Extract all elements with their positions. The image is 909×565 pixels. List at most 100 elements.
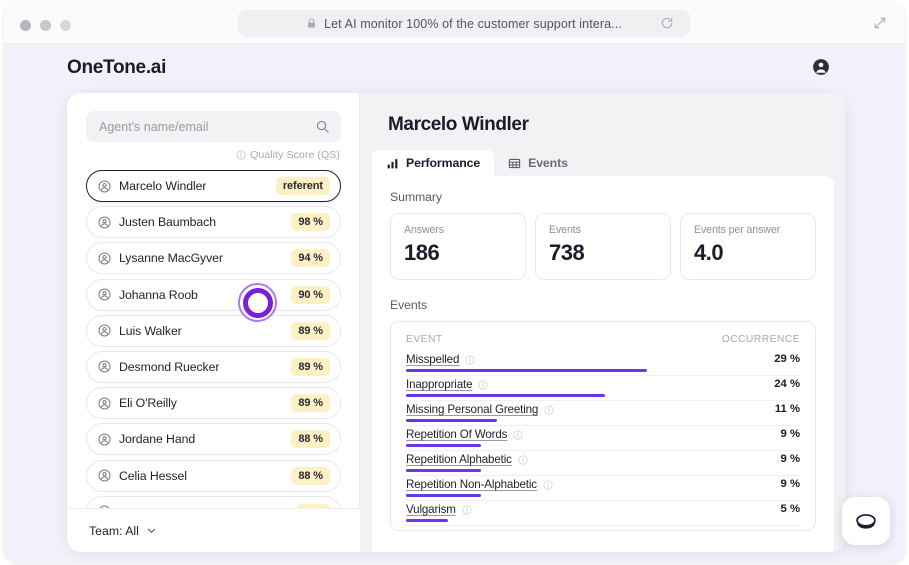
avatar-icon	[98, 469, 111, 482]
agent-name: Justen Baumbach	[119, 215, 216, 230]
event-occurrence: 29 %	[774, 353, 800, 365]
event-progress-bar	[406, 393, 606, 397]
stat-card: Answers 186	[390, 213, 526, 280]
event-row[interactable]: Inappropriate 24 %	[406, 376, 800, 401]
brand-logo[interactable]: OneTone.ai	[67, 57, 166, 79]
agent-name: Marcelo Windler	[119, 179, 207, 193]
tab-label: Performance	[406, 156, 481, 170]
info-icon[interactable]	[465, 355, 475, 365]
stat-value: 186	[404, 240, 440, 265]
close-window-button[interactable]	[20, 20, 31, 31]
bar-chart-icon	[387, 158, 398, 168]
info-icon[interactable]	[236, 150, 246, 160]
event-progress-bar	[406, 493, 481, 497]
stat-card: Events 738	[535, 213, 671, 280]
event-name[interactable]: Misspelled	[406, 353, 459, 366]
agent-list-item[interactable]: Jordane Hand 88 %	[86, 423, 341, 456]
search-field-wrapper[interactable]	[86, 111, 341, 142]
avatar-icon	[98, 360, 111, 373]
agent-score-badge: 94 %	[291, 249, 330, 268]
stat-label: Events per answer	[694, 224, 781, 236]
agent-name: Jordane Hand	[119, 432, 196, 447]
event-occurrence: 9 %	[780, 478, 800, 490]
events-table-header: EVENT OCCURRENCE	[406, 334, 800, 351]
minimize-window-button[interactable]	[40, 20, 51, 31]
event-row[interactable]: Repetition Of Words 9 %	[406, 426, 800, 451]
chat-fab-button[interactable]	[842, 497, 890, 545]
expand-icon[interactable]	[873, 16, 887, 30]
lock-icon	[308, 18, 316, 28]
page-title: Marcelo Windler	[388, 114, 529, 135]
agent-list-item[interactable]: Johanna Roob 90 %	[86, 278, 341, 311]
avatar-icon	[98, 433, 111, 446]
event-progress-bar	[406, 418, 498, 422]
agent-name: Eli O'Reilly	[119, 396, 177, 411]
info-icon[interactable]	[513, 430, 523, 440]
event-progress-bar	[406, 468, 481, 472]
event-progress-bar	[406, 518, 448, 522]
info-icon[interactable]	[544, 405, 554, 415]
event-name[interactable]: Missing Personal Greeting	[406, 403, 538, 416]
performance-tab-content: Summary Answers 186 Events 738 Events per an…	[372, 176, 834, 552]
column-header-event: EVENT	[406, 334, 443, 345]
address-bar[interactable]: Let AI monitor 100% of the customer supp…	[238, 10, 690, 37]
info-icon[interactable]	[478, 380, 488, 390]
agent-list-item[interactable]: Celia Hessel 88 %	[86, 459, 341, 492]
event-row[interactable]: Vulgarism 5 %	[406, 501, 800, 526]
event-name[interactable]: Vulgarism	[406, 503, 456, 516]
event-occurrence: 5 %	[780, 503, 800, 515]
maximize-window-button[interactable]	[60, 20, 71, 31]
event-name[interactable]: Repetition Alphabetic	[406, 453, 512, 466]
agent-name: Lysanne MacGyver	[119, 251, 223, 266]
info-icon[interactable]	[462, 505, 472, 515]
search-input[interactable]	[99, 111, 304, 142]
agent-name: Celia Hessel	[119, 468, 187, 483]
agent-list[interactable]: Marcelo Windler referent Justen Baumbach 98…	[67, 170, 360, 513]
event-row[interactable]: Repetition Non-Alphabetic 9 %	[406, 476, 800, 501]
tab-events[interactable]: Events	[494, 150, 582, 176]
events-section-label: Events	[390, 298, 427, 312]
agent-list-item[interactable]: Desmond Ruecker 89 %	[86, 350, 341, 383]
event-row[interactable]: Missing Personal Greeting 11 %	[406, 401, 800, 426]
agent-detail-panel: Marcelo Windler Performance Events Summar…	[360, 93, 845, 552]
quality-score-legend: Quality Score (QS)	[236, 149, 340, 161]
event-occurrence: 24 %	[774, 378, 800, 390]
event-name[interactable]: Repetition Non-Alphabetic	[406, 478, 537, 491]
detail-tabs[interactable]: Performance Events	[372, 150, 582, 176]
agent-name: Luis Walker	[119, 323, 182, 338]
event-row[interactable]: Misspelled 29 %	[406, 351, 800, 376]
app-viewport: OneTone.ai Agent's name/email Quality Sc…	[4, 44, 905, 563]
agent-list-item[interactable]: Marcelo Windler referent	[86, 170, 341, 202]
summary-stats: Answers 186 Events 738 Events per answer 4.0	[390, 213, 816, 280]
event-row[interactable]: Repetition Alphabetic 9 %	[406, 451, 800, 476]
info-icon[interactable]	[518, 455, 528, 465]
tab-label: Events	[528, 156, 568, 170]
agent-score-badge: 89 %	[291, 394, 330, 413]
app-header: OneTone.ai	[4, 44, 905, 93]
agent-score-badge: 89 %	[291, 321, 330, 340]
agent-list-item[interactable]: Justen Baumbach 98 %	[86, 206, 341, 239]
reload-icon[interactable]	[660, 16, 674, 30]
tab-performance[interactable]: Performance	[372, 150, 495, 176]
address-bar-text: Let AI monitor 100% of the customer supp…	[324, 16, 622, 31]
agent-list-item[interactable]: Eli O'Reilly 89 %	[86, 387, 341, 420]
avatar-icon	[98, 179, 111, 193]
avatar-icon	[98, 288, 111, 301]
agent-name: Desmond Ruecker	[119, 359, 220, 374]
info-icon[interactable]	[543, 480, 553, 490]
account-circle-icon[interactable]	[812, 58, 830, 76]
avatar-icon	[98, 324, 111, 337]
team-filter[interactable]: Team: All	[67, 508, 360, 552]
event-name[interactable]: Repetition Of Words	[406, 428, 507, 441]
event-occurrence: 11 %	[774, 403, 800, 415]
event-occurrence: 9 %	[780, 428, 800, 440]
window-controls	[20, 20, 71, 31]
agent-list-item[interactable]: Luis Walker 89 %	[86, 314, 341, 347]
event-occurrence: 9 %	[780, 453, 800, 465]
chevron-down-icon[interactable]	[146, 525, 157, 536]
event-name[interactable]: Inappropriate	[406, 378, 473, 391]
avatar-icon	[98, 397, 111, 410]
agent-list-item[interactable]: Lysanne MacGyver 94 %	[86, 242, 341, 275]
search-icon[interactable]	[315, 119, 330, 134]
stat-value: 738	[549, 240, 585, 265]
